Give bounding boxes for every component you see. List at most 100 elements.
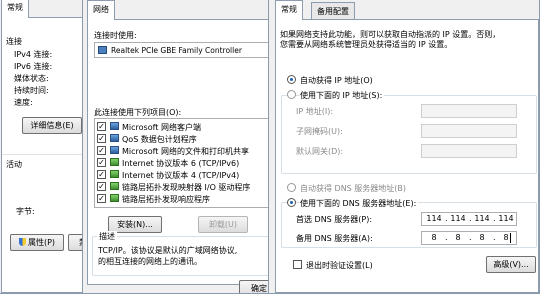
tab-general[interactable]: 常规 xyxy=(1,0,29,18)
adapter-properties-window: 网络 连接时使用: Realtek PCIe GBE Family Contro… xyxy=(82,0,278,294)
advanced-button-label: 高级(V)... xyxy=(493,260,529,269)
item-checkbox[interactable]: ✓ xyxy=(97,146,106,155)
ip-octet: 114 xyxy=(450,214,466,223)
item-checkbox[interactable]: ✓ xyxy=(97,194,106,203)
auto-dns-label: 自动获得 DNS 服务器地址(B) xyxy=(300,184,407,193)
connection-status-window: 常规 连接 IPv4 连接: IPv6 连接: 媒体状态: 持续时间: 速度: … xyxy=(0,0,84,294)
ip-octet: 8 xyxy=(455,233,461,242)
tab-general[interactable]: 常规 xyxy=(275,0,303,20)
text-cursor xyxy=(510,233,511,243)
adapter-field: Realtek PCIe GBE Family Controller xyxy=(94,42,276,58)
details-button-label: 详细信息(E) xyxy=(30,121,74,130)
ip-octet: 8 xyxy=(479,233,485,242)
validate-on-exit-label: 退出时验证设置(L) xyxy=(306,261,373,270)
connect-using-label: 连接时使用: xyxy=(94,31,137,40)
preferred-dns-field[interactable]: 114 . 114 . 114 . 114 xyxy=(421,212,517,226)
details-button[interactable]: 详细信息(E) xyxy=(22,117,82,134)
ip-address-label: IP 地址(I): xyxy=(296,107,334,116)
subnet-mask-field[interactable] xyxy=(421,124,517,138)
list-item[interactable]: ✓ Microsoft 网络客户端 xyxy=(97,121,275,133)
manual-ip-label: 使用下面的 IP 地址(S): xyxy=(300,90,385,101)
items-label: 此连接使用下列项目(O): xyxy=(94,108,182,117)
ip-address-field[interactable] xyxy=(421,104,517,118)
auto-ip-radio[interactable] xyxy=(287,75,296,84)
item-label: Internet 协议版本 4 (TCP/IPv4) xyxy=(122,171,240,180)
ipv6-connectivity-label: IPv6 连接: xyxy=(14,62,53,71)
item-checkbox[interactable]: ✓ xyxy=(97,170,106,179)
alternate-dns-label: 备用 DNS 服务器(A): xyxy=(296,234,373,243)
speed-label: 速度: xyxy=(14,98,33,107)
auto-dns-radio[interactable] xyxy=(287,183,296,192)
list-item[interactable]: ✓ QoS 数据包计划程序 xyxy=(97,133,275,145)
activity-heading: 活动 xyxy=(6,160,22,169)
item-label: 链路层拓扑发现映射器 I/O 驱动程序 xyxy=(122,183,251,192)
ip-octet: 114 xyxy=(474,214,490,223)
adapter-name: Realtek PCIe GBE Family Controller xyxy=(111,46,242,55)
item-checkbox[interactable]: ✓ xyxy=(97,122,106,131)
install-button-label: 安装(N)... xyxy=(117,220,153,229)
tab-networking[interactable]: 网络 xyxy=(87,0,115,20)
list-item[interactable]: ✓ Internet 协议版本 6 (TCP/IPv6) xyxy=(97,157,275,169)
network-client-icon xyxy=(110,122,119,130)
tab-networking-label: 网络 xyxy=(93,5,109,14)
manual-dns-label: 使用下面的 DNS 服务器地址(E): xyxy=(300,198,419,209)
shield-icon xyxy=(18,238,26,246)
item-label: Microsoft 网络的文件和打印机共享 xyxy=(122,147,249,156)
subnet-mask-label: 子网掩码(U): xyxy=(296,127,343,136)
manual-dns-radio[interactable] xyxy=(287,198,296,207)
properties-tabbar: 网络 xyxy=(83,0,277,20)
properties-panel: 连接时使用: Realtek PCIe GBE Family Controlle… xyxy=(87,19,277,285)
description-line-1: TCP/IP。该协议是默认的广域网络协议, xyxy=(98,246,238,255)
service-icon xyxy=(110,146,119,154)
items-list[interactable]: ✓ Microsoft 网络客户端 ✓ QoS 数据包计划程序 ✓ Micros… xyxy=(94,118,276,208)
item-checkbox[interactable]: ✓ xyxy=(97,182,106,191)
auto-ip-label: 自动获得 IP 地址(O) xyxy=(300,76,373,85)
tab-general-label: 常规 xyxy=(7,3,23,12)
tab-alternate-configuration[interactable]: 备用配置 xyxy=(311,2,355,19)
disable-button[interactable]: 禁 xyxy=(68,234,82,251)
item-label: 链路层拓扑发现响应程序 xyxy=(122,195,210,204)
status-panel: 连接 IPv4 连接: IPv6 连接: 媒体状态: 持续时间: 速度: 详细信… xyxy=(1,17,83,293)
advanced-button[interactable]: 高级(V)... xyxy=(486,256,536,273)
description-line-2: 的相互连接的网络上的通讯。 xyxy=(98,257,202,266)
preferred-dns-label: 首选 DNS 服务器(P): xyxy=(296,215,373,224)
duration-label: 持续时间: xyxy=(14,86,49,95)
alternate-dns-field[interactable]: 8 . 8 . 8 . 8 xyxy=(421,231,517,245)
item-label: Internet 协议版本 6 (TCP/IPv6) xyxy=(122,159,240,168)
ip-octet: 8 xyxy=(431,233,437,242)
ip-octet: 114 xyxy=(426,214,442,223)
tab-alternate-label: 备用配置 xyxy=(317,7,349,16)
ipv4-connectivity-label: IPv4 连接: xyxy=(14,50,53,59)
ipv4-tabbar: 常规 备用配置 xyxy=(269,0,539,20)
protocol-icon xyxy=(110,194,119,202)
intro-line-2: 您需要从网络系统管理员处获得适当的 IP 设置。 xyxy=(280,40,453,49)
item-label: QoS 数据包计划程序 xyxy=(122,135,197,144)
section-divider xyxy=(2,154,82,155)
item-checkbox[interactable]: ✓ xyxy=(97,134,106,143)
network-adapter-icon xyxy=(98,46,107,54)
ip-octet: 8 xyxy=(503,233,509,242)
protocol-icon xyxy=(110,170,119,178)
status-tabbar: 常规 xyxy=(0,0,83,18)
list-item[interactable]: ✓ Internet 协议版本 4 (TCP/IPv4) xyxy=(97,169,275,181)
properties-button[interactable]: 属性(P) xyxy=(10,234,64,251)
list-item[interactable]: ✓ 链路层拓扑发现映射器 I/O 驱动程序 xyxy=(97,181,275,193)
properties-button-label: 属性(P) xyxy=(27,238,56,247)
default-gateway-field[interactable] xyxy=(421,144,517,158)
item-label: Microsoft 网络客户端 xyxy=(122,123,201,132)
validate-on-exit-checkbox[interactable] xyxy=(293,260,302,269)
list-item[interactable]: ✓ Microsoft 网络的文件和打印机共享 xyxy=(97,145,275,157)
tab-general-label: 常规 xyxy=(281,5,297,14)
protocol-icon xyxy=(110,158,119,166)
description-label: 描述 xyxy=(97,231,117,242)
bytes-label: 字节: xyxy=(16,207,35,216)
manual-ip-radio[interactable] xyxy=(287,90,296,99)
list-item[interactable]: ✓ 链路层拓扑发现响应程序 xyxy=(97,193,275,205)
uninstall-button-label: 卸载(U) xyxy=(208,220,238,229)
item-checkbox[interactable]: ✓ xyxy=(97,158,106,167)
media-state-label: 媒体状态: xyxy=(14,74,49,83)
ipv4-properties-window: 常规 备用配置 如果网络支持此功能，则可以获取自动指派的 IP 设置。否则， 您… xyxy=(268,0,540,294)
uninstall-button[interactable]: 卸载(U) xyxy=(198,216,248,233)
connection-heading: 连接 xyxy=(6,37,22,46)
ok-button-label: 确定 xyxy=(251,284,267,293)
